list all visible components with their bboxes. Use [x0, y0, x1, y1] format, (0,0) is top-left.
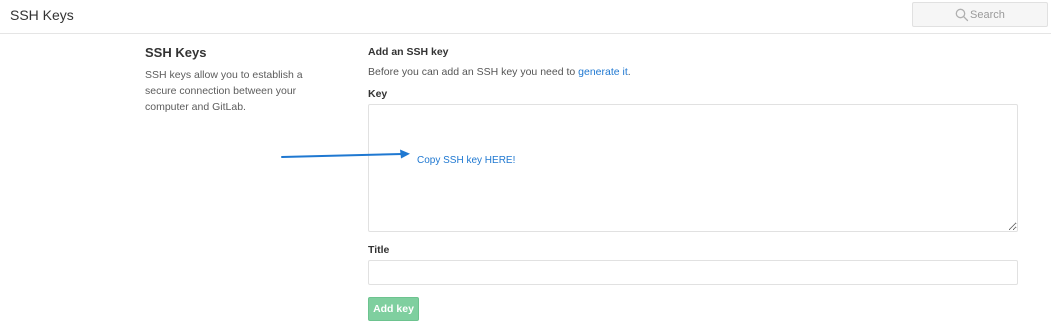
- intro-end: .: [627, 66, 631, 78]
- add-key-button[interactable]: Add key: [368, 297, 419, 321]
- generate-it-link[interactable]: generate it: [578, 66, 628, 78]
- title-input[interactable]: [368, 260, 1018, 285]
- intro-text: Before you can add an SSH key you need t…: [368, 66, 579, 78]
- form-heading: Add an SSH key: [368, 46, 449, 58]
- key-textarea[interactable]: [368, 104, 1018, 232]
- arrow-right-icon: [281, 149, 410, 159]
- title-label: Title: [368, 244, 390, 256]
- search-input[interactable]: [970, 6, 1040, 23]
- page-title: SSH Keys: [10, 7, 74, 23]
- key-label: Key: [368, 88, 388, 100]
- annotation-text: Copy SSH key HERE!: [417, 155, 516, 166]
- section-title: SSH Keys: [145, 45, 207, 60]
- search-box[interactable]: [912, 2, 1048, 27]
- top-bar: SSH Keys: [0, 0, 1051, 34]
- search-icon: [955, 8, 969, 22]
- form-intro: Before you can add an SSH key you need t…: [368, 66, 631, 78]
- section-description: SSH keys allow you to establish a secure…: [145, 69, 303, 113]
